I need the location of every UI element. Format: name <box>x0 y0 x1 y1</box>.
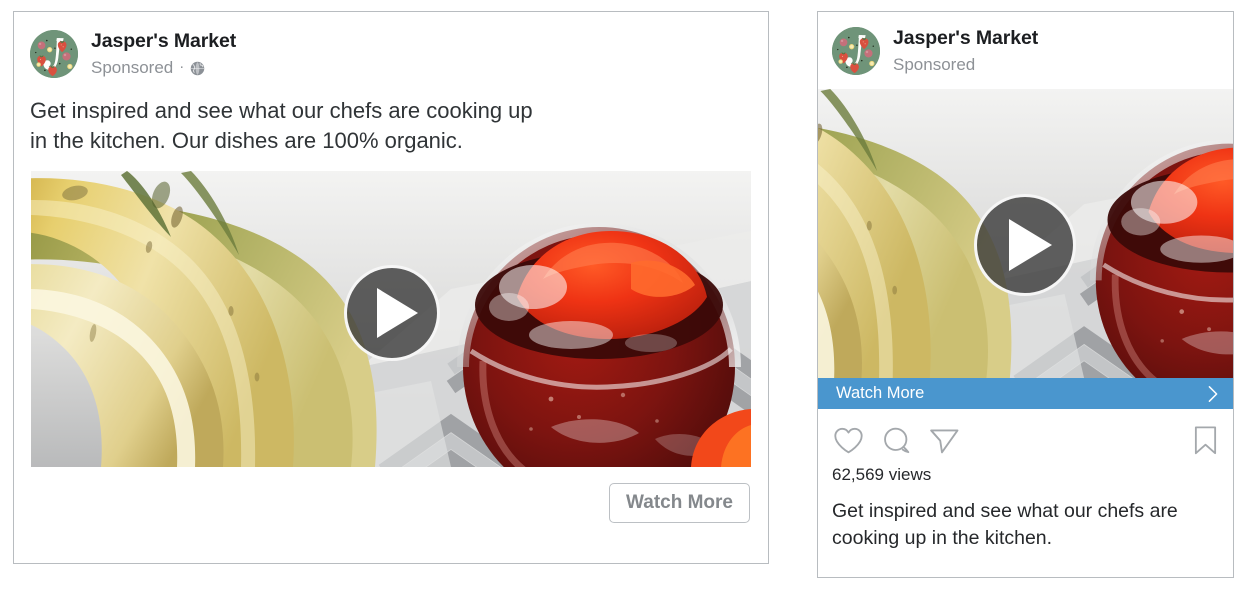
watch-more-label: Watch More <box>836 384 925 403</box>
facebook-body-line-1: Get inspired and see what our chefs are … <box>30 98 533 124</box>
instagram-ad-header: Jasper's Market Sponsored <box>818 12 1233 89</box>
facebook-video-thumbnail[interactable] <box>31 170 751 467</box>
heart-icon[interactable] <box>832 424 865 457</box>
facebook-ad-body-text: Get inspired and see what our chefs are … <box>14 92 768 171</box>
instagram-sponsored-label: Sponsored <box>893 54 976 74</box>
facebook-header-text: Jasper's Market Sponsored · <box>91 30 236 78</box>
instagram-action-bar <box>818 409 1233 459</box>
instagram-caption: Get inspired and see what our chefs are … <box>818 486 1233 551</box>
play-triangle <box>1008 219 1052 272</box>
instagram-caption-line-2: cooking up in the kitchen. <box>832 526 1053 549</box>
facebook-ad-header: Jasper's Market Sponsored · <box>14 12 768 92</box>
comment-icon[interactable] <box>880 424 913 457</box>
play-icon[interactable] <box>974 194 1076 297</box>
instagram-sponsored-line: Sponsored <box>893 54 1038 75</box>
facebook-sponsored-label[interactable]: Sponsored <box>91 57 173 78</box>
chevron-right-icon <box>1207 385 1219 403</box>
facebook-sponsored-line: Sponsored · <box>91 57 236 78</box>
facebook-page-name[interactable]: Jasper's Market <box>91 30 236 54</box>
globe-icon <box>190 61 205 76</box>
bookmark-icon[interactable] <box>1192 424 1219 457</box>
instagram-cta-bar[interactable]: Watch More <box>818 378 1233 410</box>
facebook-ad-card: Jasper's Market Sponsored · Get inspired… <box>13 11 769 564</box>
ad-comparison-canvas: Jasper's Market Sponsored · Get inspired… <box>0 0 1244 595</box>
instagram-views-count: 62,569 views <box>832 465 932 485</box>
jaspers-market-avatar-icon[interactable] <box>30 30 78 79</box>
facebook-body-line-2: in the kitchen. Our dishes are 100% orga… <box>30 127 463 153</box>
instagram-caption-line-1: Get inspired and see what our chefs are <box>832 500 1178 523</box>
play-icon[interactable] <box>344 264 440 361</box>
play-triangle <box>376 287 418 338</box>
instagram-header-text: Jasper's Market Sponsored <box>893 27 1038 75</box>
instagram-ad-card: Jasper's Market Sponsored Watch More 62,… <box>817 11 1234 578</box>
instagram-account-name[interactable]: Jasper's Market <box>893 27 1038 51</box>
instagram-video-thumbnail[interactable] <box>818 89 1233 379</box>
jaspers-market-avatar-icon[interactable] <box>832 27 880 76</box>
facebook-ad-footer: Watch More <box>14 466 768 539</box>
watch-more-button[interactable]: Watch More <box>609 482 750 524</box>
share-icon[interactable] <box>928 424 961 457</box>
separator-dot: · <box>179 57 185 75</box>
